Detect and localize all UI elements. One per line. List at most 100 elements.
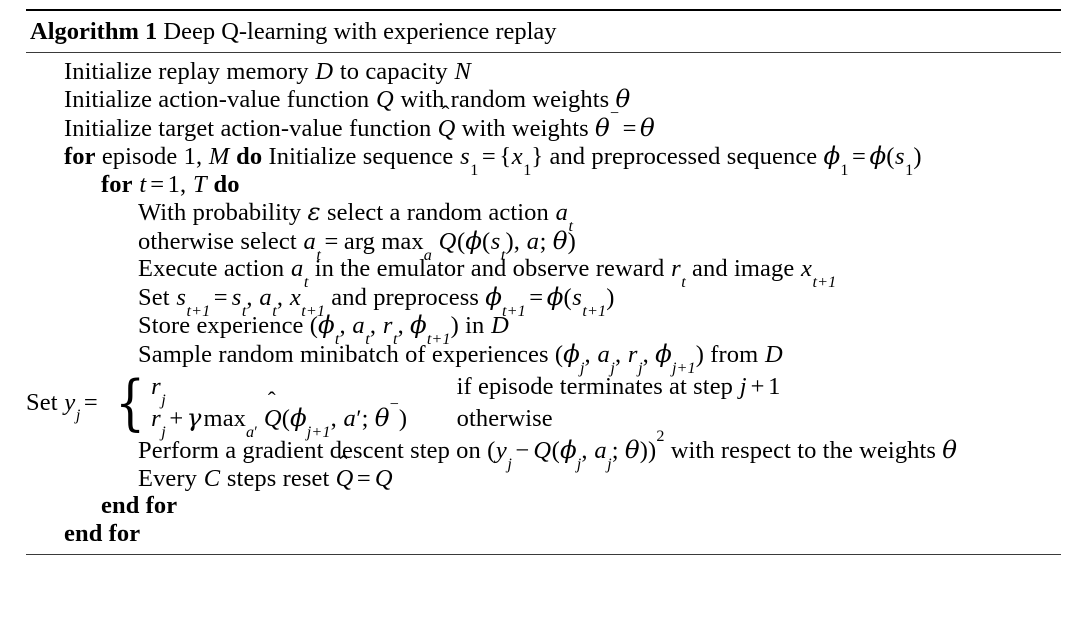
math-paren-close: )	[505, 227, 514, 255]
math-paren-open: (	[563, 283, 572, 311]
line-text: Initialize sequence	[268, 143, 454, 171]
line-text: Set	[138, 283, 176, 311]
line-text: with weights	[455, 114, 595, 142]
math-var-j: j	[739, 372, 747, 400]
math-semicolon: ;	[539, 227, 547, 255]
math-op-equals: =	[356, 464, 371, 492]
math-comma: ,	[513, 227, 521, 255]
math-var-phi: ϕ	[546, 281, 564, 311]
line-text: Execute action	[138, 255, 291, 283]
math-var-phi: ϕ	[465, 225, 483, 255]
math-op-plus: +	[169, 405, 184, 433]
math-op-equals: =	[83, 388, 98, 416]
math-op-minus: −	[515, 437, 530, 465]
math-var-a: a	[303, 227, 316, 255]
cases-expression: rj	[151, 371, 457, 408]
math-var-q-hat: ˆQ	[336, 453, 354, 492]
math-paren-open: (	[456, 227, 466, 255]
line-text: Initialize action-value function	[64, 86, 376, 114]
math-var-T: T	[193, 170, 207, 198]
math-var-theta: θ	[639, 112, 655, 142]
algorithm-block: Algorithm 1 Deep Q-learning with experie…	[26, 0, 1061, 555]
line-text: episode 1,	[101, 143, 203, 171]
math-var-s: s	[460, 143, 470, 171]
math-sup-minus: −	[389, 395, 399, 413]
math-comma: ,	[246, 283, 253, 311]
keyword-do: do	[213, 170, 240, 198]
cases-row-2: rj+ γmaxa′ ˆ Q(ϕj+1, a′; θ−) otherwise	[151, 389, 781, 440]
math-sub: t	[241, 302, 247, 320]
keyword-end-for: end for	[64, 519, 141, 547]
algorithm-line-gradient-descent: Perform a gradient descent step on (yj− Q…	[26, 428, 1061, 472]
math-var-phi: ϕ	[869, 141, 887, 171]
math-op-equals: =	[622, 114, 637, 142]
math-sub: t	[365, 331, 370, 349]
math-paren-close: )	[398, 405, 408, 433]
math-comma: ,	[614, 340, 622, 368]
math-paren-close: )	[913, 143, 922, 171]
math-comma: ,	[339, 312, 346, 340]
math-op-equals: =	[529, 283, 544, 311]
keyword-do: do	[236, 143, 263, 171]
math-paren-close: )	[606, 283, 615, 311]
line-text: Set	[26, 388, 64, 416]
line-text: in the emulator and observe reward	[308, 255, 671, 283]
line-text: to capacity	[333, 57, 454, 85]
math-sub: j	[638, 359, 643, 377]
math-var-C: C	[203, 464, 221, 492]
math-sub: t	[568, 218, 574, 236]
math-op-equals: =	[213, 283, 228, 311]
math-sub: a	[423, 246, 432, 264]
math-var-phi: ϕ	[289, 403, 307, 433]
math-var-r: r	[151, 405, 161, 433]
math-op-equals: =	[150, 170, 165, 198]
algorithm-line-init-target-q: Initialize target action-value function …	[26, 103, 1061, 143]
math-var-Q: Q	[263, 405, 282, 433]
cases-rows: rj if episode terminates at step j +1 rj+…	[151, 371, 781, 441]
math-var-theta: θ	[942, 435, 958, 465]
math-var-t: t	[139, 170, 147, 198]
math-var-r: r	[627, 340, 638, 368]
math-var-r: r	[151, 372, 161, 400]
math-var-D: D	[764, 340, 783, 368]
math-var-N: N	[454, 57, 471, 85]
line-text: Every	[138, 464, 204, 492]
math-var-q-hat: ˆQ	[438, 103, 456, 142]
math-op-equals: =	[324, 227, 339, 255]
math-var-theta: θ	[374, 403, 390, 433]
algorithm-line-store-experience: Store experience (ϕt, at, rt, ϕt+1) in D	[26, 312, 1061, 348]
algorithm-line-set-y-cases: Set yj= { rj if episode terminates at st…	[26, 367, 1061, 441]
algorithm-line-execute-action: Execute action at in the emulator and ob…	[26, 255, 1061, 291]
math-brace-close: }	[531, 143, 544, 171]
math-var-Q: Q	[533, 437, 552, 465]
math-sub: t	[334, 331, 340, 349]
math-sub: j	[607, 456, 612, 474]
math-var-r: r	[382, 312, 393, 340]
cases-condition: otherwise	[456, 405, 553, 433]
cases-expression: rj+ γmaxa′ ˆ Q(ϕj+1, a′; θ−)	[151, 389, 457, 440]
math-var-y: y	[64, 388, 76, 416]
math-var-phi: ϕ	[655, 338, 672, 368]
keyword-end-for: end for	[101, 492, 178, 520]
math-var-q-hat: ˆQ	[263, 389, 282, 434]
line-text: select a random action	[320, 199, 556, 227]
math-var-Q: Q	[375, 86, 394, 114]
math-var-phi: ϕ	[559, 435, 577, 465]
line-text: Sample random minibatch of experiences	[138, 340, 555, 368]
line-text: Store experience	[138, 312, 310, 340]
line-text: Initialize replay memory	[64, 57, 315, 85]
math-sub: t	[681, 274, 686, 292]
math-var-a: a	[594, 437, 607, 465]
math-number: 1	[768, 372, 781, 400]
math-var-phi: ϕ	[823, 141, 841, 171]
math-sub: t+1	[426, 331, 451, 349]
math-sub: t+1	[301, 302, 326, 320]
line-text: steps reset	[220, 464, 336, 492]
cases-brace-icon: {	[115, 367, 146, 438]
math-comma: ,	[369, 312, 377, 340]
line-text: and preprocess	[325, 283, 486, 311]
math-var-a: a	[597, 340, 610, 368]
math-sub: j	[507, 456, 512, 474]
math-sub: j	[579, 359, 585, 377]
line-text: Initialize target action-value function	[64, 114, 438, 142]
